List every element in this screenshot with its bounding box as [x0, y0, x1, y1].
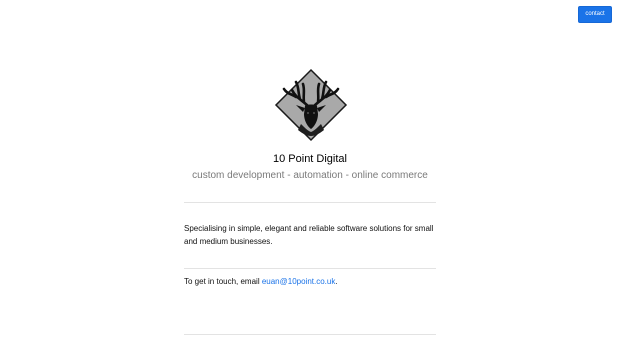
- divider: [184, 334, 436, 335]
- divider: [184, 268, 436, 269]
- tagline: custom development - automation - online…: [192, 170, 428, 181]
- contact-suffix: .: [335, 277, 338, 286]
- contact-text: To get in touch, email euan@10point.co.u…: [184, 275, 440, 288]
- description-text: Specialising in simple, elegant and reli…: [184, 224, 434, 246]
- email-link[interactable]: euan@10point.co.uk: [262, 277, 336, 286]
- divider: [184, 202, 436, 203]
- contact-button[interactable]: contact: [578, 6, 612, 23]
- stag-head-logo-icon: [274, 68, 348, 142]
- page: contact 10 Point Digital custom developm…: [0, 0, 620, 343]
- site-title: 10 Point Digital: [273, 153, 347, 165]
- contact-prefix: To get in touch, email: [184, 277, 262, 286]
